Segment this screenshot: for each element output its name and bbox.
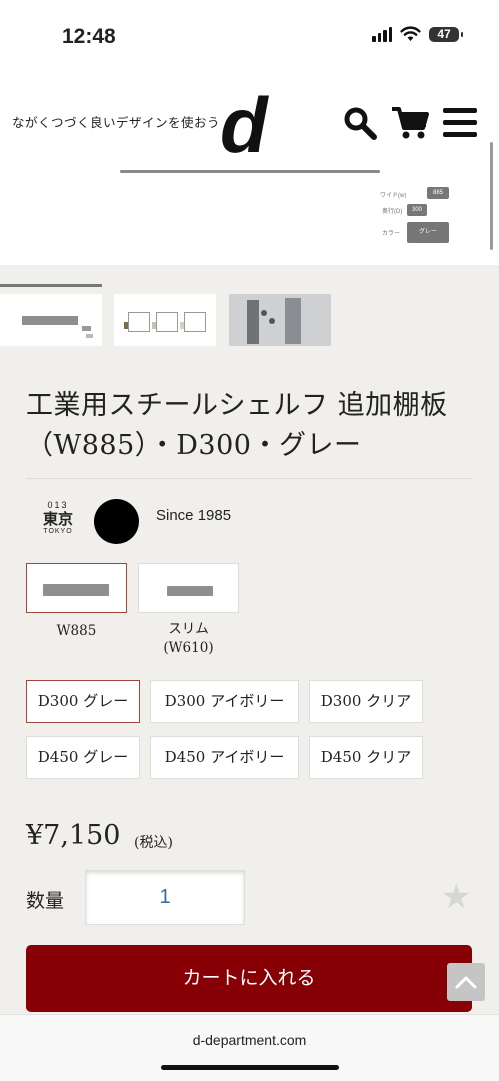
- site-tagline: ながくつづく良いデザインを使おう: [12, 115, 221, 130]
- thumbnail-indicator: [0, 284, 102, 287]
- option-color-label: カラー: [382, 231, 401, 237]
- url-bar[interactable]: d-department.com: [0, 1032, 499, 1048]
- type-option-w885[interactable]: [26, 563, 127, 613]
- thumbnail-3[interactable]: [229, 294, 331, 346]
- favorite-star-icon[interactable]: ★: [441, 880, 471, 914]
- variant-d300-gray[interactable]: D300 グレー: [26, 680, 140, 723]
- thumbnail-1[interactable]: [0, 294, 102, 346]
- store-city-en: TOKYO: [43, 528, 73, 535]
- d-logo[interactable]: d: [220, 86, 268, 164]
- title-divider: [26, 478, 473, 479]
- variant-d300-clear[interactable]: D300 クリア: [309, 680, 423, 723]
- thumbnail-2[interactable]: [114, 294, 216, 346]
- quantity-input[interactable]: [85, 870, 245, 925]
- option-depth-value: 300: [407, 204, 427, 216]
- variant-d450-clear[interactable]: D450 クリア: [309, 736, 423, 779]
- product-title: 工業用スチールシェルフ 追加棚板（W885）・D300・グレー: [26, 390, 448, 461]
- option-depth-label: 奥行(D): [382, 209, 403, 215]
- add-to-cart-button[interactable]: カートに入れる: [26, 945, 472, 1012]
- thumbnail-strip: [0, 284, 499, 348]
- cart-icon[interactable]: [391, 106, 429, 140]
- browser-bottom-bar: d-department.com: [0, 1014, 499, 1081]
- shelf-image: [43, 584, 109, 596]
- option-width-label: ワイド(w): [380, 193, 407, 199]
- scroll-to-top-button[interactable]: [447, 963, 485, 1001]
- store-number: 013: [47, 500, 69, 510]
- type-label-slim: スリム (W610): [163, 621, 214, 656]
- chevron-up-icon: [455, 976, 477, 989]
- variant-d450-gray[interactable]: D450 グレー: [26, 736, 140, 779]
- battery-icon: 47: [429, 26, 463, 42]
- status-icons: 47: [372, 26, 463, 42]
- header-divider: [120, 170, 380, 173]
- quantity-label: 数量: [26, 890, 65, 912]
- product-price: ¥7,150: [26, 820, 121, 851]
- tax-note: (税込): [134, 835, 173, 851]
- variant-d450-ivory[interactable]: D450 アイボリー: [150, 736, 299, 779]
- home-indicator[interactable]: [161, 1065, 339, 1070]
- site-header: ながくつづく良いデザインを使おう d ワイド(w) 885 奥行(D) 300 …: [0, 68, 499, 265]
- variant-d300-ivory[interactable]: D300 アイボリー: [150, 680, 299, 723]
- signal-icon: [372, 26, 392, 42]
- header-icons: [343, 106, 477, 140]
- search-icon[interactable]: [343, 106, 377, 140]
- scrollbar[interactable]: [490, 142, 493, 250]
- status-bar: 12:48 47: [0, 0, 499, 68]
- store-dot: [94, 499, 139, 544]
- store-city: 東京: [42, 510, 73, 528]
- wifi-icon: [400, 26, 421, 41]
- status-time: 12:48: [62, 25, 116, 48]
- since-text: Since 1985: [156, 507, 232, 524]
- type-label-w885: W885: [56, 623, 97, 639]
- option-width-value: 885: [427, 187, 449, 199]
- store-badge: 013 東京 TOKYO: [40, 500, 76, 535]
- option-color-value: グレー: [407, 222, 449, 243]
- menu-icon[interactable]: [443, 107, 477, 139]
- type-option-slim[interactable]: [138, 563, 239, 613]
- shelf-image: [167, 586, 213, 596]
